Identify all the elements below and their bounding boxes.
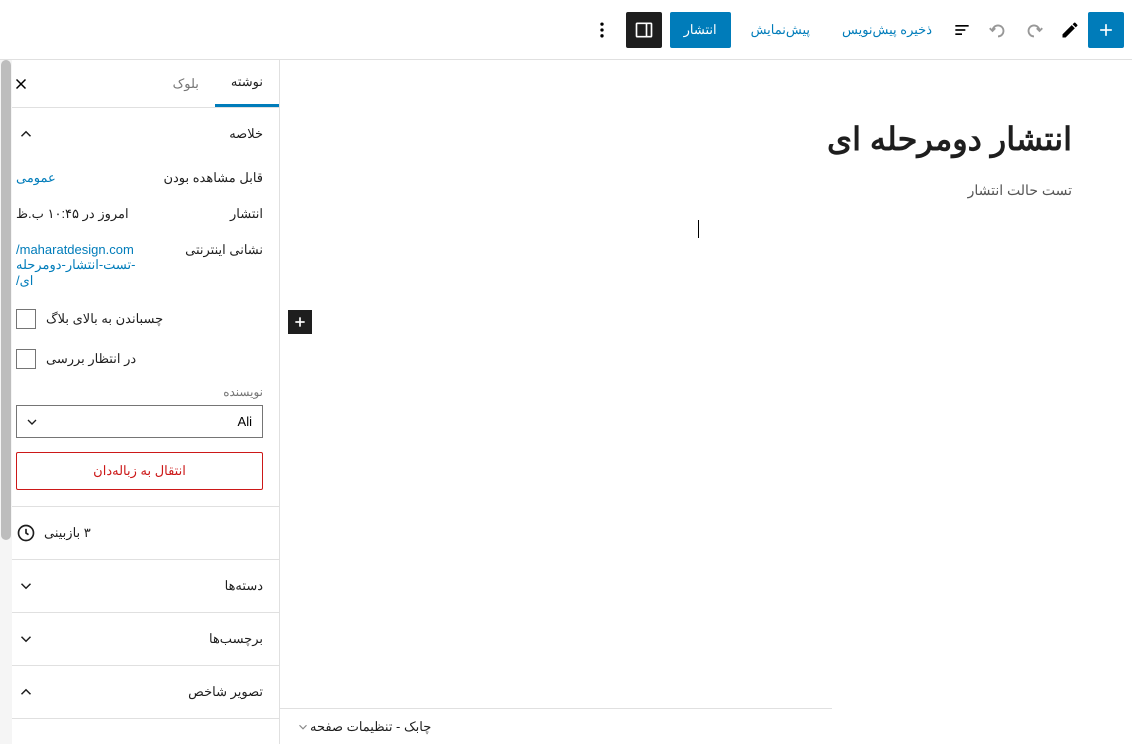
stick-row: چسباندن به بالای بلاگ: [16, 299, 263, 339]
panel-featured-image: تصویر شاخص: [0, 666, 279, 719]
publish-button[interactable]: انتشار: [670, 12, 731, 48]
panel-summary: خلاصه قابل مشاهده بودن عمومی انتشار امرو…: [0, 108, 279, 507]
tab-block[interactable]: بلوک: [157, 60, 215, 107]
bottom-panel-bar[interactable]: چابک - تنظیمات صفحه: [280, 708, 832, 744]
undo-icon: [987, 19, 1009, 41]
plus-icon: [292, 314, 308, 330]
move-to-trash-button[interactable]: انتقال به زباله‌دان: [16, 452, 263, 490]
panel-categories-header[interactable]: دسته‌ها: [0, 560, 279, 612]
undo-button[interactable]: [980, 12, 1016, 48]
author-select-wrap: Ali: [16, 405, 263, 438]
panel-categories: دسته‌ها: [0, 560, 279, 613]
stick-label: چسباندن به بالای بلاگ: [46, 311, 163, 327]
preview-button[interactable]: پیش‌نمایش: [739, 14, 822, 46]
pending-row: در انتظار بررسی: [16, 339, 263, 379]
scrollbar-thumb[interactable]: [1, 60, 11, 540]
document-overview-button[interactable]: [944, 12, 980, 48]
publish-row: انتشار امروز در ۱۰:۴۵ ب.ظ: [16, 196, 263, 232]
editor-canvas[interactable]: انتشار دومرحله ای تست حالت انتشار چابک -…: [280, 60, 1132, 744]
tools-button[interactable]: [1052, 12, 1088, 48]
chevron-down-icon: [16, 629, 36, 649]
chevron-down-icon: [16, 576, 36, 596]
panel-tags: برچسب‌ها: [0, 613, 279, 666]
visibility-label: قابل مشاهده بودن: [163, 170, 263, 186]
chevron-up-icon: [16, 682, 36, 702]
more-options-button[interactable]: [586, 14, 618, 46]
bottom-panel-label: چابک - تنظیمات صفحه: [310, 719, 431, 735]
visibility-row: قابل مشاهده بودن عمومی: [16, 160, 263, 196]
history-icon: [16, 523, 36, 543]
panel-featured-image-title: تصویر شاخص: [188, 684, 263, 700]
stick-checkbox[interactable]: [16, 309, 36, 329]
redo-button[interactable]: [1016, 12, 1052, 48]
chevron-up-icon: [16, 124, 36, 144]
save-draft-button[interactable]: ذخیره پیش‌نویس: [830, 14, 944, 46]
plus-icon: [1096, 20, 1116, 40]
url-row: نشانی اینترنتی /maharatdesign.com تست-ان…: [16, 232, 263, 299]
list-icon: [952, 20, 972, 40]
url-label: نشانی اینترنتی: [185, 242, 263, 258]
scrollbar[interactable]: [0, 60, 12, 744]
pending-checkbox[interactable]: [16, 349, 36, 369]
url-value[interactable]: /maharatdesign.com تست-انتشار-دومرحله- /…: [16, 242, 135, 289]
panel-revisions[interactable]: ۳ بازبینی: [0, 507, 279, 560]
sidebar-tabs: نوشته بلوک: [0, 60, 279, 108]
sidebar-icon: [634, 20, 654, 40]
pending-label: در انتظار بررسی: [46, 351, 136, 367]
panel-summary-header[interactable]: خلاصه: [0, 108, 279, 160]
panel-tags-title: برچسب‌ها: [209, 631, 263, 647]
tab-post[interactable]: نوشته: [215, 60, 279, 107]
pencil-icon: [1060, 20, 1080, 40]
panel-tags-header[interactable]: برچسب‌ها: [0, 613, 279, 665]
chevron-down-icon: [296, 720, 310, 734]
author-select[interactable]: Ali: [16, 405, 263, 438]
post-paragraph[interactable]: تست حالت انتشار: [360, 182, 1072, 199]
publish-label: انتشار: [230, 206, 263, 222]
redo-icon: [1023, 19, 1045, 41]
settings-sidebar-toggle[interactable]: [626, 12, 662, 48]
text-cursor: [698, 220, 699, 238]
panel-summary-title: خلاصه: [229, 126, 263, 142]
panel-categories-title: دسته‌ها: [225, 578, 263, 594]
settings-sidebar: نوشته بلوک خلاصه قابل مشاهده بودن: [0, 60, 280, 744]
visibility-value[interactable]: عمومی: [16, 170, 56, 186]
panel-featured-image-header[interactable]: تصویر شاخص: [0, 666, 279, 718]
close-icon: [12, 75, 30, 93]
post-title[interactable]: انتشار دومرحله ای: [360, 120, 1072, 158]
revisions-label: ۳ بازبینی: [44, 525, 91, 541]
inline-add-block-button[interactable]: [288, 310, 312, 334]
add-block-button[interactable]: [1088, 12, 1124, 48]
author-label: نویسنده: [16, 379, 263, 405]
dots-vertical-icon: [592, 20, 612, 40]
top-toolbar: انتشار پیش‌نمایش ذخیره پیش‌نویس: [0, 0, 1132, 60]
publish-value[interactable]: امروز در ۱۰:۴۵ ب.ظ: [16, 206, 129, 222]
